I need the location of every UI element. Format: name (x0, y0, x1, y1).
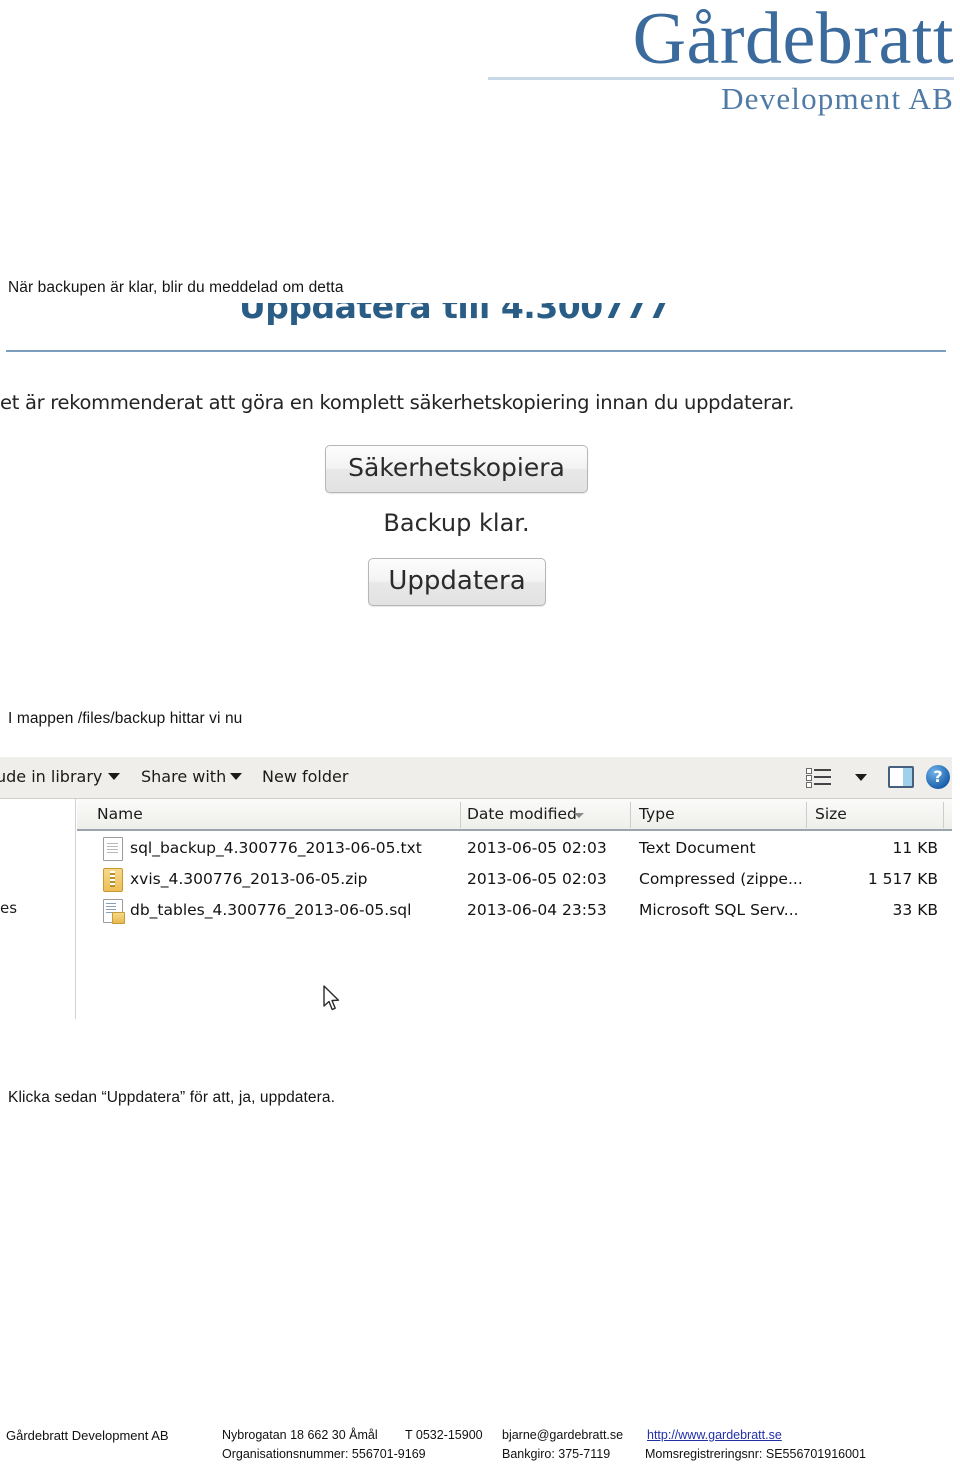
footer-address: Nybrogatan 18 662 30 Åmål (222, 1428, 378, 1442)
footer-phone: T 0532-15900 (405, 1428, 483, 1442)
explorer-navigation-pane: es (0, 799, 76, 1019)
file-type: Compressed (zippe... (639, 870, 803, 888)
file-size: 33 KB (892, 901, 938, 919)
chevron-down-icon[interactable] (108, 773, 120, 780)
explorer-file-list: sql_backup_4.300776_2013-06-05.txt 2013-… (77, 833, 952, 926)
file-date-modified: 2013-06-04 23:53 (467, 901, 607, 919)
view-layout-icon[interactable] (806, 768, 832, 788)
chevron-down-icon[interactable] (230, 773, 242, 780)
dialog-body-text: et är rekommenderat att göra en komplett… (0, 391, 795, 414)
footer-org-number: Organisationsnummer: 556701-9169 (222, 1447, 426, 1461)
column-header-type[interactable]: Type (639, 805, 675, 823)
column-header-date-modified[interactable]: Date modified (467, 805, 577, 823)
file-size: 1 517 KB (867, 870, 938, 888)
mouse-cursor-icon (323, 985, 340, 1011)
sidebar-item-fragment[interactable]: es (0, 899, 17, 917)
caption-backup-notice: När backupen är klar, blir du meddelad o… (8, 279, 344, 296)
toolbar-include-in-library[interactable]: ude in library (0, 767, 102, 786)
file-type: Microsoft SQL Serv... (639, 901, 799, 919)
explorer-toolbar: ude in library Share with New folder ? (0, 757, 952, 799)
text-file-icon (103, 837, 123, 861)
logo-tagline: Development AB (721, 81, 954, 117)
file-size: 11 KB (892, 839, 938, 857)
table-row[interactable]: sql_backup_4.300776_2013-06-05.txt 2013-… (77, 833, 952, 864)
file-date-modified: 2013-06-05 02:03 (467, 870, 607, 888)
dialog-title-clip: Uppdatera till 4.300777 (0, 303, 952, 333)
column-divider[interactable] (806, 802, 807, 828)
footer-email[interactable]: bjarne@gardebratt.se (502, 1428, 623, 1442)
caption-backup-folder: I mappen /files/backup hittar vi nu (8, 710, 243, 727)
screenshot-update-dialog: Uppdatera till 4.300777 et är rekommende… (0, 303, 952, 625)
table-row[interactable]: db_tables_4.300776_2013-06-05.sql 2013-0… (77, 895, 952, 926)
preview-pane-icon[interactable] (888, 766, 914, 788)
file-name[interactable]: xvis_4.300776_2013-06-05.zip (130, 870, 367, 888)
footer-vat-number: Momsregistreringsnr: SE556701916001 (645, 1447, 866, 1461)
dialog-title: Uppdatera till 4.300777 (239, 303, 671, 326)
company-logo: Gårdebratt Development AB (488, 0, 954, 117)
zip-file-icon (103, 868, 123, 892)
file-name[interactable]: db_tables_4.300776_2013-06-05.sql (130, 901, 411, 919)
sort-descending-icon (574, 813, 584, 818)
toolbar-new-folder[interactable]: New folder (262, 767, 348, 786)
footer-company-name: Gårdebratt Development AB (6, 1428, 169, 1443)
footer-website-link[interactable]: http://www.gardebratt.se (647, 1428, 782, 1442)
update-button[interactable]: Uppdatera (368, 558, 546, 606)
backup-status-text: Backup klar. (383, 509, 530, 537)
caption-click-update: Klicka sedan “Uppdatera” för att, ja, up… (8, 1089, 336, 1106)
file-type: Text Document (639, 839, 756, 857)
column-header-size[interactable]: Size (815, 805, 847, 823)
dialog-divider (6, 350, 946, 352)
footer-bankgiro: Bankgiro: 375-7119 (502, 1447, 611, 1461)
chevron-down-icon[interactable] (855, 774, 867, 781)
column-divider[interactable] (943, 802, 944, 828)
file-name[interactable]: sql_backup_4.300776_2013-06-05.txt (130, 839, 422, 857)
column-divider[interactable] (460, 802, 461, 828)
column-divider[interactable] (630, 802, 631, 828)
screenshot-file-explorer: ude in library Share with New folder ? e… (0, 757, 952, 1019)
table-row[interactable]: xvis_4.300776_2013-06-05.zip 2013-06-05 … (77, 864, 952, 895)
logo-wordmark: Gårdebratt (632, 0, 954, 80)
file-date-modified: 2013-06-05 02:03 (467, 839, 607, 857)
help-icon[interactable]: ? (926, 765, 950, 789)
column-header-name[interactable]: Name (97, 805, 143, 823)
sql-file-icon (103, 899, 125, 924)
backup-button[interactable]: Säkerhetskopiera (325, 445, 588, 493)
toolbar-share-with[interactable]: Share with (141, 767, 226, 786)
explorer-column-headers: Name Date modified Type Size (77, 799, 952, 831)
